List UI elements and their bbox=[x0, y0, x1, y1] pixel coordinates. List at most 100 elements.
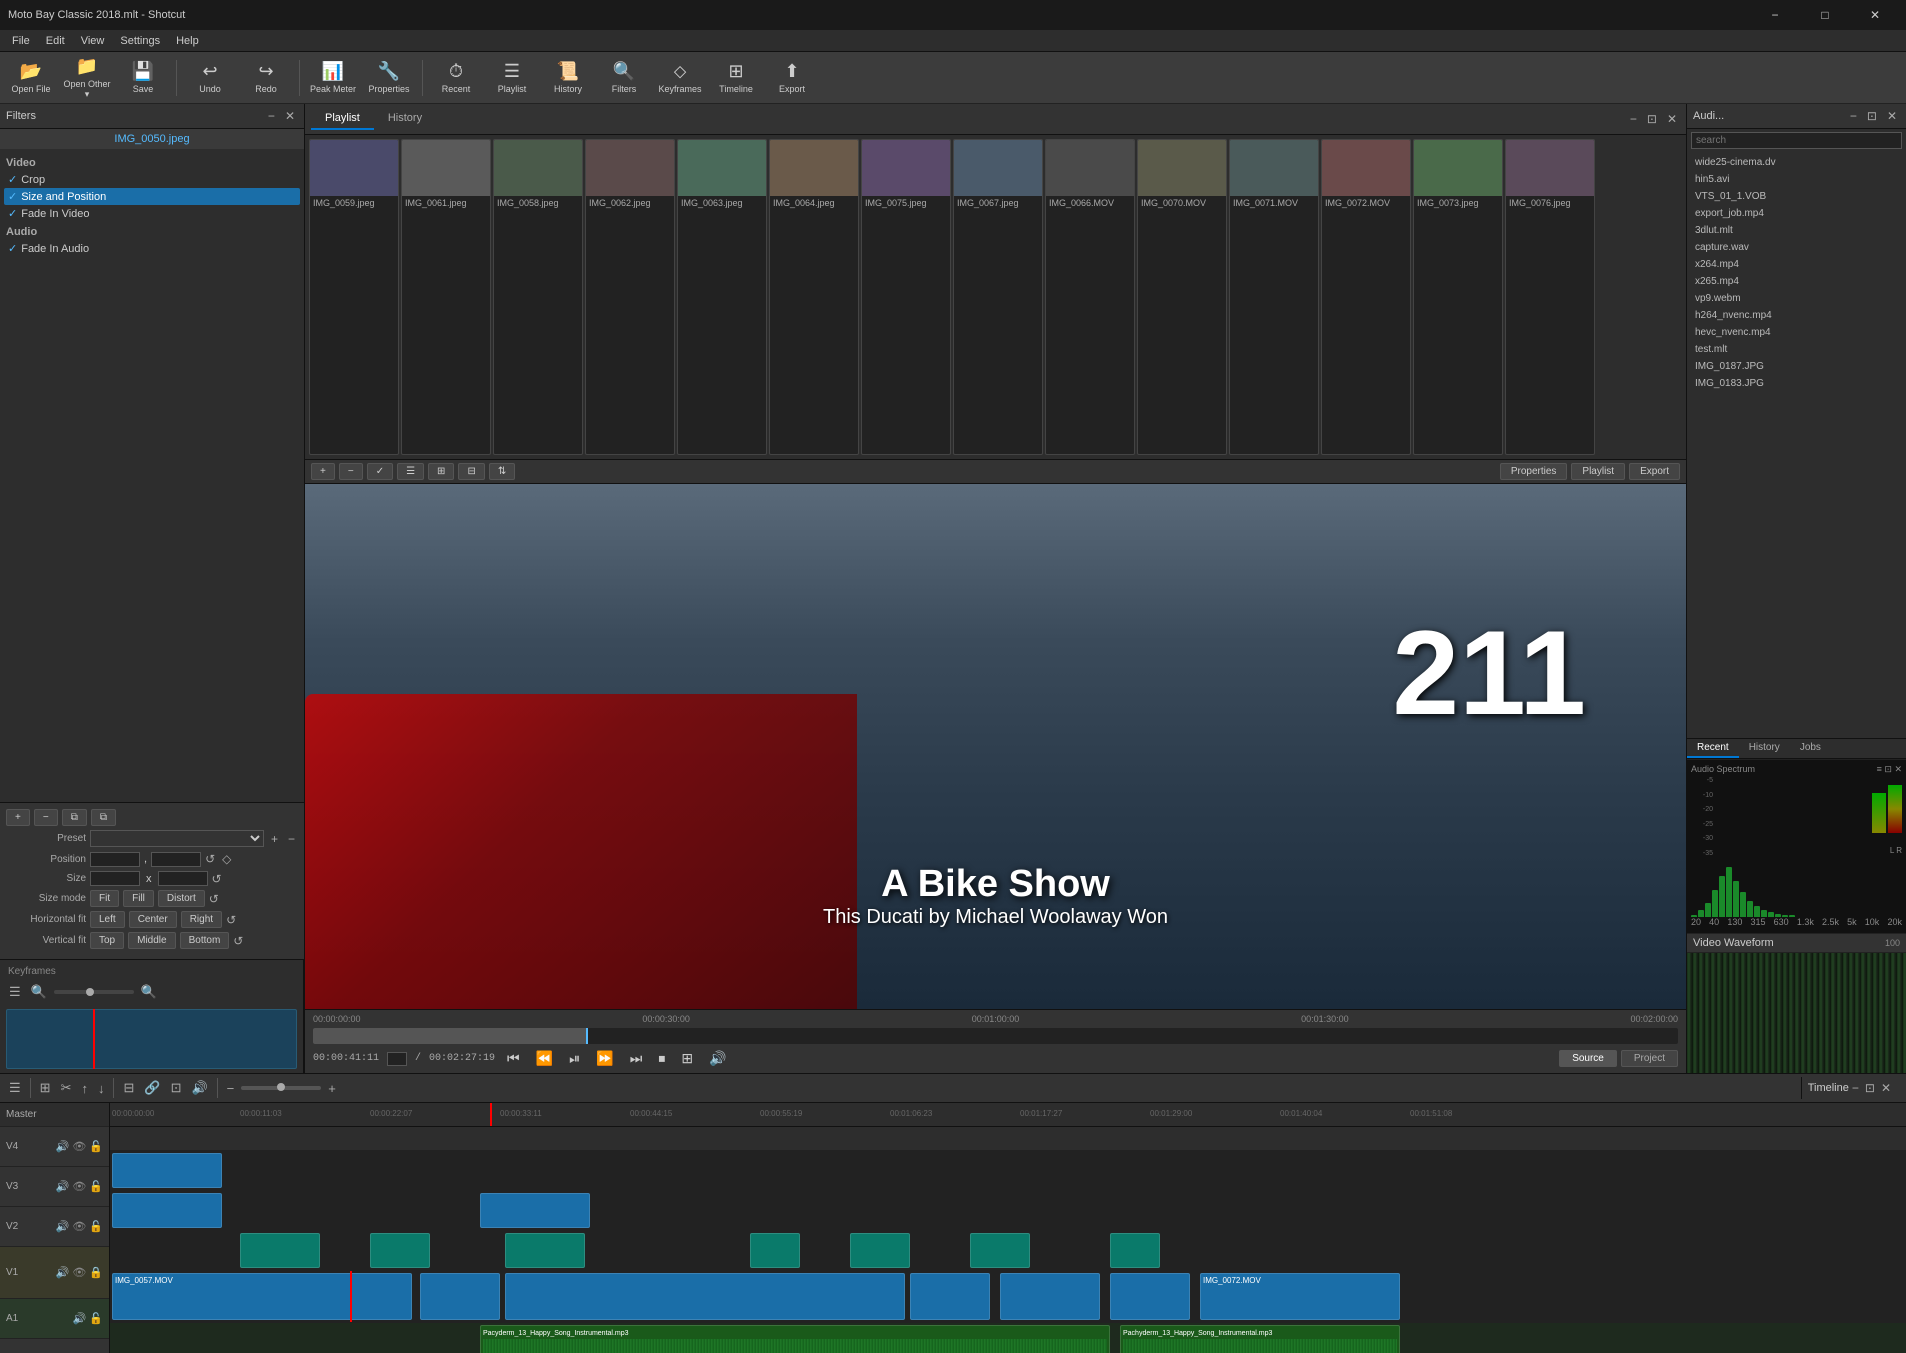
recent-item-9[interactable]: h264_nvenc.mp4 bbox=[1689, 307, 1904, 324]
filter-paste-button[interactable]: ⧉ bbox=[91, 809, 116, 826]
clip-v1-4[interactable] bbox=[910, 1273, 990, 1320]
recent-item-8[interactable]: vp9.webm bbox=[1689, 290, 1904, 307]
v3-audio-icon[interactable]: 🔊 bbox=[56, 1180, 70, 1193]
playlist-item-0[interactable]: IMG_0059.jpeg bbox=[309, 139, 399, 455]
playlist-close-icon[interactable]: ✕ bbox=[1664, 111, 1680, 127]
clip-v1-3[interactable] bbox=[505, 1273, 905, 1320]
clip-v2-3[interactable] bbox=[505, 1233, 585, 1268]
clip-v2-2[interactable] bbox=[370, 1233, 430, 1268]
step-forward-button[interactable]: ⏩ bbox=[592, 1048, 617, 1069]
close-button[interactable]: ✕ bbox=[1852, 0, 1898, 30]
playlist-minimize-icon[interactable]: − bbox=[1627, 111, 1640, 127]
filter-add-button[interactable]: + bbox=[6, 809, 30, 826]
clip-v2-6[interactable] bbox=[970, 1233, 1030, 1268]
kf-zoom-in-icon[interactable]: 🔍 bbox=[138, 983, 160, 1001]
recent-item-7[interactable]: x265.mp4 bbox=[1689, 273, 1904, 290]
minimize-button[interactable]: − bbox=[1752, 0, 1798, 30]
scrub-audio-button[interactable]: 🔊 bbox=[188, 1079, 210, 1097]
clip-v1-6[interactable] bbox=[1110, 1273, 1190, 1320]
size-mode-reset-button[interactable]: ↺ bbox=[209, 892, 219, 906]
playlist-item-13[interactable]: IMG_0076.jpeg bbox=[1505, 139, 1595, 455]
v-fit-top-button[interactable]: Top bbox=[90, 932, 124, 949]
clip-v2-7[interactable] bbox=[1110, 1233, 1160, 1268]
recent-item-5[interactable]: capture.wav bbox=[1689, 239, 1904, 256]
recent-search-input[interactable] bbox=[1691, 132, 1902, 149]
recent-item-13[interactable]: IMG_0183.JPG bbox=[1689, 375, 1904, 392]
clip-v2-5[interactable] bbox=[850, 1233, 910, 1268]
v4-eye-icon[interactable]: 👁 bbox=[72, 1140, 86, 1153]
playlist-item-6[interactable]: IMG_0075.jpeg bbox=[861, 139, 951, 455]
v2-audio-icon[interactable]: 🔊 bbox=[56, 1220, 70, 1233]
menu-help[interactable]: Help bbox=[168, 33, 207, 49]
position-x-input[interactable]: -47 bbox=[90, 852, 140, 867]
h-fit-right-button[interactable]: Right bbox=[181, 911, 222, 928]
menu-view[interactable]: View bbox=[73, 33, 113, 49]
toggle-play-speed-button[interactable]: ⊞ bbox=[677, 1048, 697, 1069]
preset-add-icon[interactable]: + bbox=[268, 831, 281, 847]
right-panel-close-icon[interactable]: ✕ bbox=[1884, 108, 1900, 124]
playlist-item-2[interactable]: IMG_0058.jpeg bbox=[493, 139, 583, 455]
source-tab[interactable]: Source bbox=[1559, 1050, 1617, 1067]
tl-minimize-icon[interactable]: − bbox=[1849, 1080, 1862, 1096]
size-reset-button[interactable]: ↺ bbox=[212, 872, 222, 886]
v1-audio-icon[interactable]: 🔊 bbox=[56, 1266, 70, 1279]
tab-jobs[interactable]: Jobs bbox=[1790, 739, 1831, 758]
ripple-delete-button[interactable]: ✂ bbox=[58, 1079, 75, 1097]
recent-item-3[interactable]: export_job.mp4 bbox=[1689, 205, 1904, 222]
size-mode-fit-button[interactable]: Fit bbox=[90, 890, 119, 907]
playlist-button[interactable]: ☰ Playlist bbox=[485, 54, 539, 102]
v2-eye-icon[interactable]: 👁 bbox=[72, 1220, 86, 1233]
playlist-item-3[interactable]: IMG_0062.jpeg bbox=[585, 139, 675, 455]
recent-button[interactable]: ⏱ Recent bbox=[429, 54, 483, 102]
go-to-start-button[interactable]: ⏮ bbox=[503, 1048, 524, 1069]
v3-lock-icon[interactable]: 🔓 bbox=[89, 1180, 103, 1193]
preset-select[interactable] bbox=[90, 830, 264, 847]
filters-button[interactable]: 🔍 Filters bbox=[597, 54, 651, 102]
properties-action-button[interactable]: Properties bbox=[1500, 463, 1568, 480]
filter-copy-button[interactable]: ⧉ bbox=[62, 809, 87, 826]
clip-v2-1[interactable] bbox=[240, 1233, 320, 1268]
clip-v1-7[interactable]: IMG_0072.MOV bbox=[1200, 1273, 1400, 1320]
size-mode-fill-button[interactable]: Fill bbox=[123, 890, 154, 907]
play-pause-button[interactable]: ⏯ bbox=[565, 1048, 584, 1069]
tab-recent[interactable]: Recent bbox=[1687, 739, 1739, 758]
tl-close-icon[interactable]: ✕ bbox=[1878, 1080, 1894, 1096]
menu-file[interactable]: File bbox=[4, 33, 38, 49]
export-action-button[interactable]: Export bbox=[1629, 463, 1680, 480]
recent-item-12[interactable]: IMG_0187.JPG bbox=[1689, 358, 1904, 375]
kf-menu-icon[interactable]: ☰ bbox=[6, 983, 24, 1001]
clip-a1-1[interactable]: Pacyderm_13_Happy_Song_Instrumental.mp3 bbox=[480, 1325, 1110, 1353]
size-h-input[interactable]: 1132 bbox=[158, 871, 208, 886]
zoom-out-button[interactable]: − bbox=[224, 1080, 238, 1097]
recent-item-6[interactable]: x264.mp4 bbox=[1689, 256, 1904, 273]
timeline-button[interactable]: ⊞ Timeline bbox=[709, 54, 763, 102]
playlist-item-1[interactable]: IMG_0061.jpeg bbox=[401, 139, 491, 455]
recent-item-4[interactable]: 3dlut.mlt bbox=[1689, 222, 1904, 239]
kf-zoom-slider[interactable] bbox=[54, 990, 134, 994]
clip-v1-main[interactable]: IMG_0057.MOV bbox=[112, 1273, 412, 1320]
recent-item-1[interactable]: hin5.avi bbox=[1689, 171, 1904, 188]
playlist-item-10[interactable]: IMG_0071.MOV bbox=[1229, 139, 1319, 455]
step-back-button[interactable]: ⏪ bbox=[532, 1048, 557, 1069]
save-button[interactable]: 💾 Save bbox=[116, 54, 170, 102]
right-panel-minimize-icon[interactable]: − bbox=[1847, 108, 1860, 124]
size-mode-distort-button[interactable]: Distort bbox=[158, 890, 205, 907]
properties-button[interactable]: 🔧 Properties bbox=[362, 54, 416, 102]
volume-button[interactable]: 🔊 bbox=[705, 1048, 730, 1069]
v-fit-middle-button[interactable]: Middle bbox=[128, 932, 175, 949]
filter-size-position[interactable]: ✓ Size and Position bbox=[4, 188, 300, 205]
menu-edit[interactable]: Edit bbox=[38, 33, 73, 49]
recent-item-2[interactable]: VTS_01_1.VOB bbox=[1689, 188, 1904, 205]
playlist-item-9[interactable]: IMG_0070.MOV bbox=[1137, 139, 1227, 455]
playlist-float-icon[interactable]: ⊡ bbox=[1644, 111, 1660, 127]
v-fit-bottom-button[interactable]: Bottom bbox=[180, 932, 230, 949]
v3-eye-icon[interactable]: 👁 bbox=[72, 1180, 86, 1193]
playlist-sort-button[interactable]: ⇅ bbox=[489, 463, 515, 480]
open-other-button[interactable]: 📁 Open Other ▾ bbox=[60, 54, 114, 102]
go-to-end-button[interactable]: ⏭ bbox=[626, 1048, 647, 1069]
playlist-item-12[interactable]: IMG_0073.jpeg bbox=[1413, 139, 1503, 455]
clip-v1-2[interactable] bbox=[420, 1273, 500, 1320]
h-fit-reset-button[interactable]: ↺ bbox=[226, 913, 236, 927]
position-reset-button[interactable]: ↺ bbox=[205, 852, 215, 866]
tab-history[interactable]: History bbox=[1739, 739, 1790, 758]
